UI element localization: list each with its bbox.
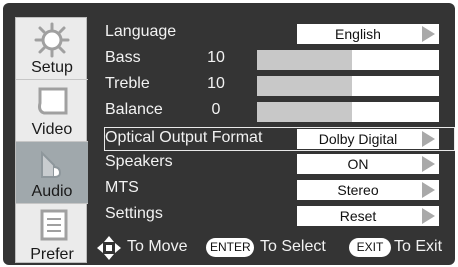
exit-hint: To Exit <box>394 238 443 255</box>
treble-value: 10 <box>207 75 225 92</box>
menu-row-treble[interactable]: Treble 10 <box>90 73 455 99</box>
balance-slider-fill <box>257 102 352 122</box>
speakers-selector[interactable]: ON <box>297 154 439 174</box>
navigation-hints: To Move ENTER To Select EXIT To Exit <box>90 236 455 260</box>
menu-row-settings[interactable]: Settings Reset <box>90 203 455 229</box>
treble-slider[interactable] <box>257 76 439 96</box>
mts-label: MTS <box>105 179 139 196</box>
speakers-value: ON <box>347 156 369 172</box>
bass-value: 10 <box>207 49 225 66</box>
preferences-icon <box>40 209 68 241</box>
language-value: English <box>335 26 381 42</box>
tab-audio-label: Audio <box>31 183 73 200</box>
exit-key-badge: EXIT <box>349 238 391 257</box>
treble-slider-fill <box>257 76 352 96</box>
treble-label: Treble <box>105 75 150 92</box>
bass-label: Bass <box>105 49 141 66</box>
arrow-right-icon[interactable] <box>422 26 435 42</box>
optical-output-value: Dolby Digital <box>318 131 398 147</box>
balance-value: 0 <box>211 101 221 118</box>
optical-output-selector[interactable]: Dolby Digital <box>297 129 439 149</box>
tab-video-label: Video <box>31 121 73 138</box>
menu-row-mts[interactable]: MTS Stereo <box>90 177 455 203</box>
select-hint: To Select <box>260 238 326 255</box>
settings-value: Reset <box>339 208 377 224</box>
menu-row-bass[interactable]: Bass 10 <box>90 47 455 73</box>
tab-prefer-label: Prefer <box>30 246 74 263</box>
bass-slider-fill <box>257 50 352 70</box>
balance-label: Balance <box>105 101 163 118</box>
tab-setup[interactable]: Setup <box>16 18 88 80</box>
tab-prefer[interactable]: Prefer <box>16 204 88 266</box>
tab-video[interactable]: Video <box>16 80 88 142</box>
menu-row-optical-output[interactable]: Optical Output Format Dolby Digital <box>90 127 455 153</box>
tab-setup-label: Setup <box>31 59 73 76</box>
arrow-right-icon[interactable] <box>422 156 435 172</box>
balance-slider[interactable] <box>257 102 439 122</box>
settings-selector[interactable]: Reset <box>297 206 439 226</box>
speaker-icon <box>41 150 62 178</box>
arrow-right-icon[interactable] <box>422 208 435 224</box>
bass-slider[interactable] <box>257 50 439 70</box>
mts-value: Stereo <box>337 182 379 198</box>
speakers-label: Speakers <box>105 153 173 170</box>
language-selector[interactable]: English <box>297 24 439 44</box>
arrow-right-icon[interactable] <box>422 182 435 198</box>
gear-icon <box>34 22 70 58</box>
enter-key-badge: ENTER <box>206 238 254 257</box>
move-hint: To Move <box>127 238 188 255</box>
menu-row-speakers[interactable]: Speakers ON <box>90 151 455 177</box>
optical-output-label: Optical Output Format <box>105 129 263 146</box>
tab-audio[interactable]: Audio <box>16 142 88 204</box>
settings-label: Settings <box>105 205 163 222</box>
language-label: Language <box>105 23 177 40</box>
menu-row-language[interactable]: Language English <box>90 21 455 47</box>
video-icon <box>38 87 68 115</box>
dpad-icon <box>97 236 121 260</box>
menu-row-balance[interactable]: Balance 0 <box>90 99 455 125</box>
arrow-right-icon[interactable] <box>422 131 435 147</box>
mts-selector[interactable]: Stereo <box>297 180 439 200</box>
category-sidebar: Setup Video Audio Prefer <box>15 17 88 266</box>
